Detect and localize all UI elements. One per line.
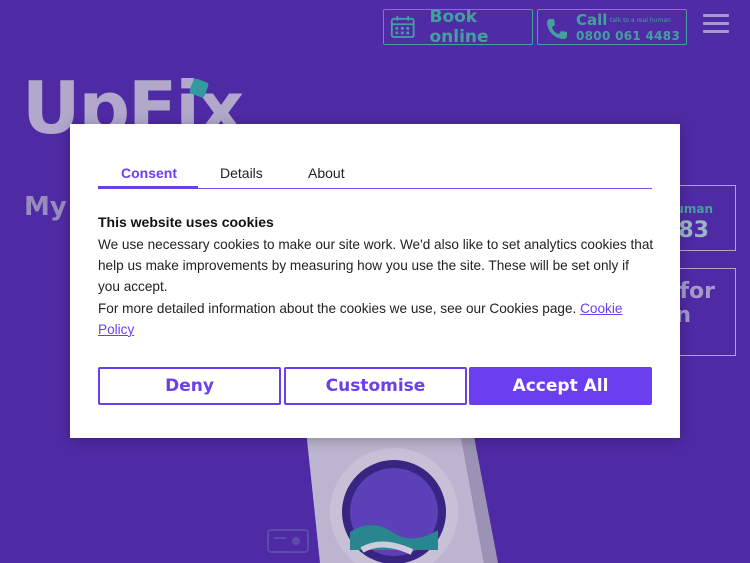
tab-consent[interactable]: Consent [121, 165, 177, 181]
customise-button[interactable]: Customise [284, 367, 467, 405]
tab-about[interactable]: About [308, 165, 345, 181]
deny-button[interactable]: Deny [98, 367, 281, 405]
tab-details[interactable]: Details [220, 165, 263, 181]
consent-paragraph-1: We use necessary cookies to make our sit… [98, 237, 654, 295]
consent-paragraph-2: For more detailed information about the … [98, 298, 654, 340]
consent-paragraph-2-text: For more detailed information about the … [98, 300, 577, 316]
consent-body: We use necessary cookies to make our sit… [98, 234, 654, 340]
active-tab-indicator [98, 186, 198, 189]
consent-tabs: Consent Details About [98, 157, 652, 189]
consent-title: This website uses cookies [98, 214, 274, 230]
accept-all-button[interactable]: Accept All [469, 367, 652, 405]
cookie-consent-dialog: Consent Details About This website uses … [70, 124, 680, 438]
